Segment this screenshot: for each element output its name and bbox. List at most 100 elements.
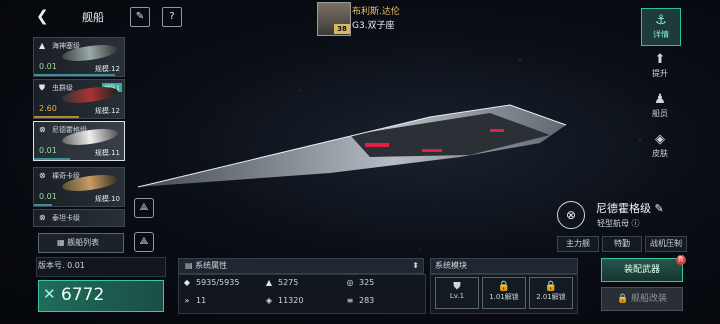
equip-weapon-button[interactable]: 装配武器 新 <box>601 255 686 282</box>
attr-armor: ▲ 5275 <box>264 278 298 287</box>
attr-weapon: ≡ 283 <box>345 296 375 305</box>
attr-value: 11320 <box>278 296 304 305</box>
ship-refit-label: 舰船改装 <box>631 294 668 304</box>
attributes-title: 系统属性 <box>195 261 228 270</box>
crosshair-role-icon: ⊗ <box>39 125 46 134</box>
crossed-swords-icon: ✕ <box>43 285 56 303</box>
ship-icon: ⚓ <box>655 13 667 28</box>
tab-crew[interactable]: ♟ 船员 <box>641 88 679 124</box>
slot-label: 2.01解锁 <box>536 293 566 301</box>
grid-icon: ▦ <box>57 238 65 247</box>
tab-upgrade[interactable]: ⬆ 提升 <box>641 48 679 84</box>
ship-tag: 战机压制 <box>645 236 687 252</box>
ship-name: 尼德霍格级 ✎ <box>596 200 664 216</box>
module-shield-icon: ⛊ <box>453 281 461 292</box>
tab-details[interactable]: ⚓ 详情 <box>641 8 681 46</box>
version-label: 版本号. 0.01 <box>38 261 85 270</box>
attr-value: 11 <box>196 296 207 305</box>
attr-value: 283 <box>359 296 375 305</box>
ship-card-bar <box>34 158 70 160</box>
skin-icon: ◈ <box>655 132 665 147</box>
tab-skin[interactable]: ◈ 皮肤 <box>641 128 679 164</box>
attr-shield: ◎ 325 <box>345 278 375 287</box>
tab-label: 详情 <box>653 30 669 39</box>
rocket-icon[interactable]: ✎ <box>130 7 150 27</box>
hull-icon: ◆ <box>183 278 191 287</box>
slot-label: Lv.1 <box>449 292 465 300</box>
attr-hull: ◆ 5935/5935 <box>182 278 240 287</box>
top-bar: ❮ 舰船 ✎ ? 38 布利斯.达伦 G3.双子座 <box>0 0 720 36</box>
ship-card-scale: 规模.12 <box>94 107 120 115</box>
tab-label: 皮肤 <box>652 149 668 158</box>
ship-card-name: 泰坦卡级 <box>52 214 80 222</box>
combat-power: ✕ 6772 <box>38 280 164 312</box>
attr-value: 5275 <box>278 278 299 287</box>
energy-icon: ◈ <box>265 296 273 305</box>
ship-card-value: 0.01 <box>39 62 57 71</box>
back-arrow-icon[interactable]: ❮ <box>36 8 52 24</box>
module-slot[interactable]: ⛊ Lv.1 <box>435 277 479 309</box>
slot-label: 1.01解锁 <box>489 293 519 301</box>
ship-tag: 特勤 <box>602 236 642 252</box>
edit-icon[interactable]: ✎ <box>655 202 664 215</box>
attr-value: 5935/5935 <box>196 278 240 287</box>
star-system: G3.双子座 <box>352 21 395 31</box>
shield-icon: ◎ <box>346 278 354 287</box>
tab-label: 提升 <box>652 69 668 78</box>
commander-level: 38 <box>334 24 350 34</box>
attributes-header[interactable]: ▤ 系统属性 ⬍ <box>178 258 424 274</box>
crew-icon: ♟ <box>654 92 666 107</box>
attr-value: 325 <box>359 278 375 287</box>
shield-role-icon: ⛊ <box>39 83 45 92</box>
commander-name: 布利斯.达伦 <box>352 7 400 17</box>
module-slot-locked[interactable]: 🔒 2.01解锁 <box>529 277 573 309</box>
ship-card-scale: 规模.12 <box>94 65 120 73</box>
stats-icon: ▤ <box>185 261 193 270</box>
help-icon[interactable]: ? <box>162 7 182 27</box>
ship-card-scale: 规模.11 <box>94 149 120 157</box>
ship-card-bar <box>34 74 115 76</box>
crosshair-role-icon: ⊗ <box>39 171 46 180</box>
combat-power-value: 6772 <box>61 285 105 305</box>
ship-card[interactable]: ▲ 海神塞级 0.01 规模.12 <box>33 37 125 77</box>
ship-refit-button[interactable]: 🔒 舰船改装 <box>601 287 683 311</box>
lock-icon: 🔒 <box>497 281 511 292</box>
ship-card-value: 0.01 <box>39 146 57 155</box>
tab-label: 船员 <box>652 109 668 118</box>
speed-icon: » <box>184 296 190 305</box>
ship-name-text: 尼德霍格级 <box>596 202 651 215</box>
new-badge: 新 <box>676 255 686 265</box>
lock-icon: 🔒 <box>544 281 558 292</box>
module-slot-locked[interactable]: 🔒 1.01解锁 <box>482 277 526 309</box>
ship-card-value: 2.60 <box>39 104 57 113</box>
info-icon[interactable]: ⓘ <box>632 219 640 228</box>
formation-icon[interactable]: ⟁ <box>134 232 154 252</box>
lock-icon: 🔒 <box>616 294 629 304</box>
ship-list-button[interactable]: ▦ 舰船列表 <box>38 233 124 253</box>
fleet-role-icon: ▲ <box>39 41 46 50</box>
ship-card-selected[interactable]: ⊗ 尼德霍格级 0.01 规模.11 <box>33 121 125 161</box>
crosshair-role-icon: ⊗ <box>39 213 46 222</box>
attr-energy: ◈ 11320 <box>264 296 304 305</box>
ship-card[interactable]: ⊗ 裸奇卡级 0.01 规模.10 <box>33 167 125 207</box>
modules-header: 系统模块 <box>430 258 578 274</box>
ship-card-scale: 规模.10 <box>94 195 120 203</box>
weapon-icon: ≡ <box>346 296 354 305</box>
armor-icon: ▲ <box>265 278 273 287</box>
ship-type: 轻型航母 ⓘ <box>597 218 640 229</box>
ship-card[interactable]: ⛊ 虫群级 编队1 2.60 规模.12 <box>33 79 125 119</box>
modules-title: 系统模块 <box>435 261 467 270</box>
upgrade-icon: ⬆ <box>654 52 666 67</box>
ship-card-bar <box>34 204 52 206</box>
ship-tag: 主力舰 <box>557 236 599 252</box>
ship-role-icon: ⊗ <box>557 201 585 229</box>
ship-card-bar <box>34 116 79 118</box>
ship-render <box>137 104 567 188</box>
attr-speed: » 11 <box>182 296 207 305</box>
ship-card-value: 0.01 <box>39 192 57 201</box>
ship-list-label: 舰船列表 <box>67 238 100 247</box>
expand-icon: ⬍ <box>412 261 419 270</box>
ship-type-text: 轻型航母 <box>597 219 629 228</box>
ship-card[interactable]: ⊗ 泰坦卡级 <box>33 209 125 227</box>
page-title: 舰船 <box>82 11 104 24</box>
